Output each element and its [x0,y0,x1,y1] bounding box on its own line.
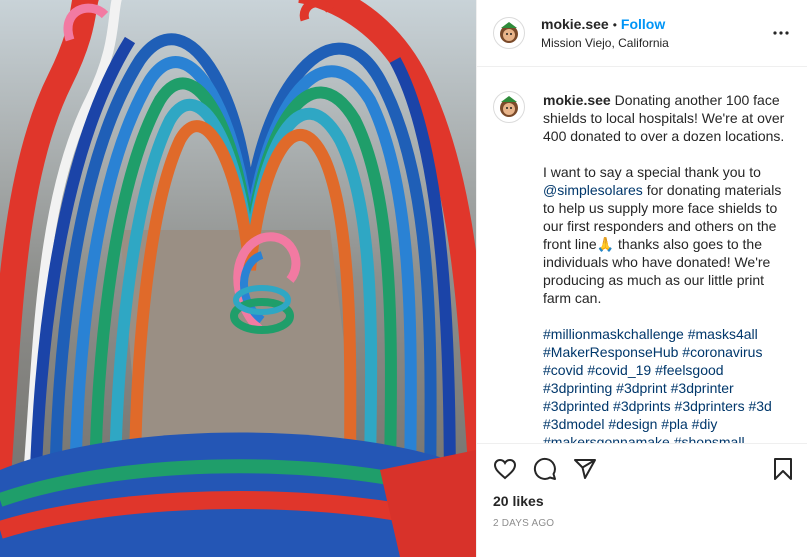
comments-section[interactable]: mokie.see Donating another 100 face shie… [477,67,807,444]
location-link[interactable]: Mission Viejo, California [541,35,769,51]
caption-avatar[interactable] [493,91,525,123]
caption-line-2: I want to say a special thank you to [543,164,765,180]
more-options-button[interactable] [769,21,793,45]
comment-button[interactable] [533,457,557,481]
hashtags[interactable]: #millionmaskchallenge #masks4all #MakerR… [543,326,776,443]
header-meta: mokie.see • Follow Mission Viejo, Californ… [541,16,769,51]
monkey-logo-icon [500,96,518,117]
mention-link[interactable]: @simplesolares [543,182,643,198]
heart-icon [493,458,517,480]
share-button[interactable] [573,457,597,481]
instagram-post: mokie.see • Follow Mission Viejo, Californ… [0,0,807,557]
post-details-panel: mokie.see • Follow Mission Viejo, Californ… [476,0,807,557]
more-horizontal-icon [773,31,789,35]
bookmark-icon [774,458,792,480]
separator-dot: • [612,17,617,32]
caption-username[interactable]: mokie.see [543,92,611,108]
action-bar [477,444,807,494]
face-shield-bands-image [0,0,476,557]
post-header: mokie.see • Follow Mission Viejo, Californ… [477,0,807,67]
avatar[interactable] [493,17,525,49]
caption-row: mokie.see Donating another 100 face shie… [493,91,791,443]
post-date[interactable]: 2 DAYS AGO [477,518,807,529]
post-photo[interactable] [0,0,476,557]
monkey-logo-icon [500,22,518,43]
save-button[interactable] [771,457,795,481]
like-button[interactable] [493,457,517,481]
caption-text: mokie.see Donating another 100 face shie… [543,91,791,443]
username-link[interactable]: mokie.see [541,16,609,32]
paper-plane-icon [574,459,596,479]
caption-line-3: for donating materials to help us supply… [543,182,786,306]
comment-bubble-icon [533,457,556,480]
follow-button[interactable]: Follow [621,16,665,32]
likes-count[interactable]: 20 likes [477,492,807,510]
